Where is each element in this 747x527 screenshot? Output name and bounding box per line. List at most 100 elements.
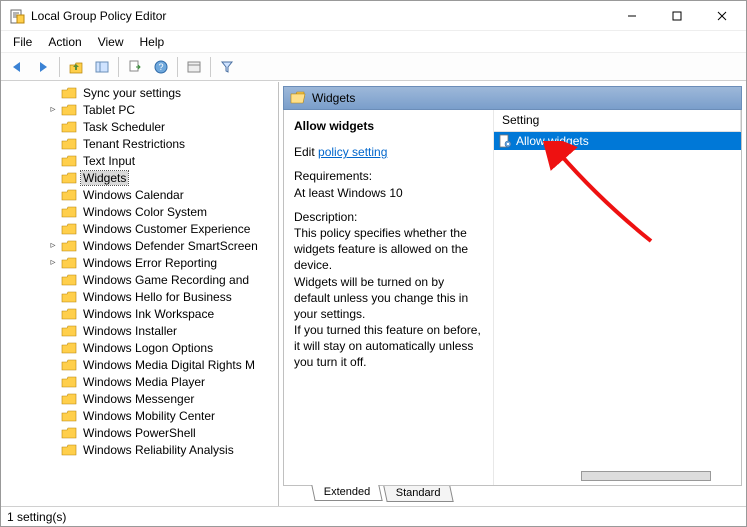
tree-item-label: Windows Logon Options — [81, 341, 215, 355]
tree-twisty-icon[interactable]: ▹ — [47, 257, 59, 268]
tab-standard[interactable]: Standard — [384, 486, 454, 502]
menu-file[interactable]: File — [5, 33, 40, 51]
list-body[interactable]: Allow widgets — [494, 132, 741, 469]
tree-item-label: Windows Error Reporting — [81, 256, 219, 270]
detail-pane: Widgets Allow widgets Edit policy settin… — [279, 82, 746, 506]
tree-item-label: Windows Ink Workspace — [81, 307, 216, 321]
description-paragraph: If you turned this feature on before, it… — [294, 323, 481, 369]
export-list-button[interactable] — [123, 55, 147, 79]
tree-item[interactable]: Widgets — [1, 169, 278, 186]
folder-icon — [61, 443, 77, 457]
forward-button[interactable] — [31, 55, 55, 79]
close-button[interactable] — [699, 1, 744, 31]
filter-button[interactable] — [215, 55, 239, 79]
folder-icon — [61, 341, 77, 355]
tree-item[interactable]: Windows Ink Workspace — [1, 305, 278, 322]
folder-icon — [61, 392, 77, 406]
setting-label: Allow widgets — [516, 134, 589, 148]
tree-item[interactable]: Task Scheduler — [1, 118, 278, 135]
help-button[interactable]: ? — [149, 55, 173, 79]
tree-item[interactable]: Windows Hello for Business — [1, 288, 278, 305]
folder-icon — [61, 358, 77, 372]
toolbar-separator — [59, 57, 60, 77]
folder-icon — [61, 205, 77, 219]
minimize-button[interactable] — [609, 1, 654, 31]
setting-row[interactable]: Allow widgets — [494, 132, 741, 150]
tree-item[interactable]: Windows Color System — [1, 203, 278, 220]
tree-item[interactable]: Windows Logon Options — [1, 339, 278, 356]
tree-item[interactable]: Windows Installer — [1, 322, 278, 339]
folder-icon — [61, 239, 77, 253]
tree-twisty-icon[interactable]: ▹ — [47, 104, 59, 115]
folder-icon — [61, 171, 77, 185]
tree-item-label: Windows Calendar — [81, 188, 186, 202]
tree-item[interactable]: Sync your settings — [1, 84, 278, 101]
tree-item[interactable]: Windows Media Digital Rights M — [1, 356, 278, 373]
policy-icon — [498, 134, 512, 148]
toolbar-separator — [118, 57, 119, 77]
list-header: Setting — [494, 110, 741, 132]
menubar: File Action View Help — [1, 31, 746, 53]
tree-item-label: Windows Hello for Business — [81, 290, 234, 304]
folder-icon — [61, 426, 77, 440]
tree-item-label: Windows Customer Experience — [81, 222, 252, 236]
tree-item[interactable]: Windows Game Recording and — [1, 271, 278, 288]
folder-icon — [61, 120, 77, 134]
description-paragraph: This policy specifies whether the widget… — [294, 226, 468, 272]
edit-policy-link[interactable]: policy setting — [318, 145, 387, 159]
tree-item[interactable]: Windows Reliability Analysis — [1, 441, 278, 458]
menu-action[interactable]: Action — [40, 33, 89, 51]
menu-view[interactable]: View — [90, 33, 132, 51]
back-button[interactable] — [5, 55, 29, 79]
tree-item[interactable]: Tenant Restrictions — [1, 135, 278, 152]
tree-item[interactable]: ▹Tablet PC — [1, 101, 278, 118]
settings-list: Setting Allow widgets — [494, 110, 741, 485]
folder-icon — [61, 256, 77, 270]
tree-item[interactable]: ▹ Windows Error Reporting — [1, 254, 278, 271]
tree-item-label: Tenant Restrictions — [81, 137, 187, 151]
tree-twisty-icon[interactable]: ▹ — [47, 240, 59, 251]
svg-text:?: ? — [158, 62, 163, 72]
tree-item-label: Windows PowerShell — [81, 426, 198, 440]
tree-item[interactable]: Windows Media Player — [1, 373, 278, 390]
folder-icon — [61, 154, 77, 168]
up-one-level-button[interactable] — [64, 55, 88, 79]
tree-item-label: Windows Messenger — [81, 392, 196, 406]
maximize-button[interactable] — [654, 1, 699, 31]
titlebar: Local Group Policy Editor — [1, 1, 746, 31]
tree-item[interactable]: ▹ Windows Defender SmartScreen — [1, 237, 278, 254]
list-hscroll[interactable] — [494, 469, 741, 485]
edit-prefix: Edit — [294, 145, 318, 159]
tree-pane: Sync your settings▹Tablet PCTask Schedul… — [1, 82, 279, 506]
show-hide-tree-button[interactable] — [90, 55, 114, 79]
tree-item[interactable]: Windows PowerShell — [1, 424, 278, 441]
tree-item[interactable]: Windows Calendar — [1, 186, 278, 203]
detail-tabs: Extended Standard — [283, 486, 742, 506]
window-title: Local Group Policy Editor — [31, 9, 166, 23]
properties-button[interactable] — [182, 55, 206, 79]
tab-extended[interactable]: Extended — [311, 485, 383, 501]
description-column: Allow widgets Edit policy setting Requir… — [284, 110, 494, 485]
detail-body: Allow widgets Edit policy setting Requir… — [283, 110, 742, 486]
folder-icon — [61, 103, 77, 117]
tree-item-label: Widgets — [81, 171, 128, 185]
menu-help[interactable]: Help — [132, 33, 173, 51]
tree-item-label: Windows Defender SmartScreen — [81, 239, 260, 253]
folder-icon — [61, 324, 77, 338]
tree-item[interactable]: Windows Customer Experience — [1, 220, 278, 237]
tree-view[interactable]: Sync your settings▹Tablet PCTask Schedul… — [1, 82, 278, 506]
app-icon — [9, 8, 25, 24]
folder-icon — [61, 409, 77, 423]
policy-title: Allow widgets — [294, 118, 483, 134]
tree-item[interactable]: Windows Mobility Center — [1, 407, 278, 424]
column-setting[interactable]: Setting — [494, 110, 741, 131]
tree-item-label: Windows Color System — [81, 205, 209, 219]
tree-item[interactable]: Windows Messenger — [1, 390, 278, 407]
toolbar-separator — [210, 57, 211, 77]
folder-icon — [61, 137, 77, 151]
tree-item[interactable]: Text Input — [1, 152, 278, 169]
tree-item-label: Windows Installer — [81, 324, 179, 338]
tree-item-label: Windows Media Player — [81, 375, 207, 389]
status-text: 1 setting(s) — [7, 510, 66, 524]
folder-icon — [61, 222, 77, 236]
